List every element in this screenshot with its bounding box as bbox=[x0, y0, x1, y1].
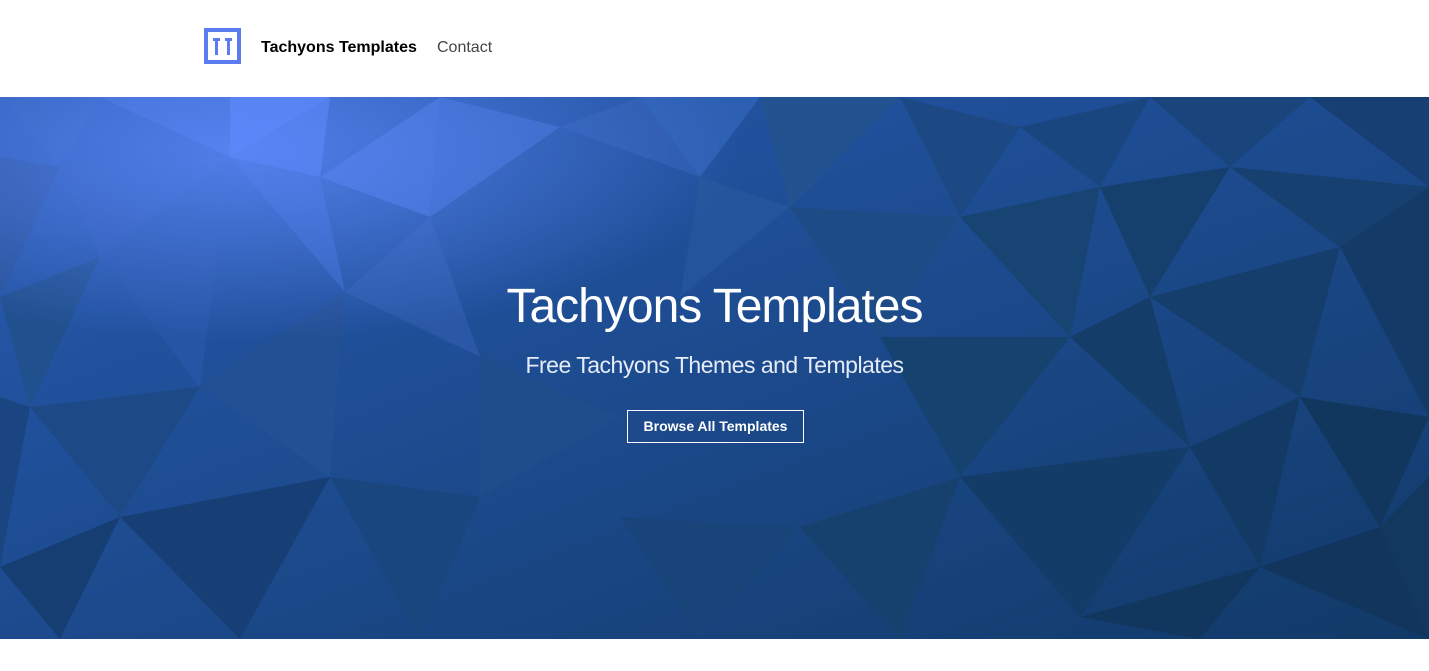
hero-title: Tachyons Templates bbox=[506, 280, 923, 333]
nav-link-contact[interactable]: Contact bbox=[437, 38, 492, 58]
page-bottom-area bbox=[0, 639, 1429, 671]
brand-name-link[interactable]: Tachyons Templates bbox=[261, 38, 417, 58]
hero-section: Tachyons Templates Free Tachyons Themes … bbox=[0, 97, 1429, 639]
hero-subtitle: Free Tachyons Themes and Templates bbox=[525, 352, 904, 378]
top-navbar: Tachyons Templates Contact bbox=[0, 0, 1429, 97]
browse-all-templates-button[interactable]: Browse All Templates bbox=[627, 410, 804, 443]
tachyons-logo-icon[interactable] bbox=[204, 28, 241, 64]
